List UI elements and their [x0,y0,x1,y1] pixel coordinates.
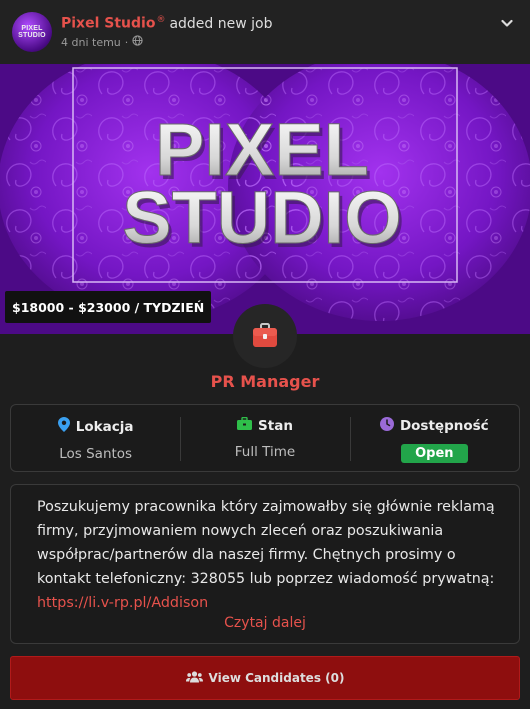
map-marker-icon [57,417,70,436]
separator: · [124,35,129,49]
availability-info: Dostępność Open [349,405,519,471]
location-label: Lokacja [75,418,134,435]
job-description: Poszukujemy pracownika który zajmowałby … [37,495,497,615]
briefcase-icon [253,323,277,347]
availability-badge: Open [401,444,468,463]
post-time[interactable]: 4 dni temu [61,36,121,49]
registered-mark: ® [156,15,166,25]
salary-badge: $18000 - $23000 / TYDZIEŃ [5,291,212,323]
post-meta: Pixel Studio® added new job [61,15,272,32]
job-description-box: Poszukujemy pracownika który zajmowałby … [10,484,520,644]
read-more-link[interactable]: Czytaj dalej [11,615,519,631]
chevron-down-icon[interactable] [498,14,516,32]
job-title: PR Manager [210,372,320,391]
avatar-logo-text-2: STUDIO [18,32,46,39]
globe-icon [132,35,143,49]
view-candidates-button[interactable]: View Candidates (0) [10,656,520,700]
status-value: Full Time [234,444,296,460]
description-link[interactable]: https://li.v-rp.pl/Addison [37,595,208,611]
post-action: added new job [169,15,273,32]
view-candidates-label: View Candidates (0) [208,671,345,685]
avatar-logo-text: PIXEL [21,25,43,32]
post-time-row: 4 dni temu · [61,35,143,49]
banner-logo-line2: STUDIO [122,176,402,259]
location-value: Los Santos [59,446,133,462]
post-header: PIXEL STUDIO Pixel Studio® added new job … [0,0,530,64]
avatar[interactable]: PIXEL STUDIO [12,12,52,52]
location-info: Lokacja Los Santos [11,405,180,471]
users-icon [185,670,203,686]
briefcase-icon [237,416,253,434]
availability-label: Dostępność [399,418,489,434]
job-icon [233,304,297,368]
status-label: Stan [258,417,293,434]
description-text: Poszukujemy pracownika który zajmowałby … [37,499,495,587]
clock-icon [379,417,394,435]
author-name[interactable]: Pixel Studio [61,16,155,32]
job-info-box: Lokacja Los Santos Stan Full Time Dostęp… [10,404,520,472]
status-info: Stan Full Time [180,405,349,471]
